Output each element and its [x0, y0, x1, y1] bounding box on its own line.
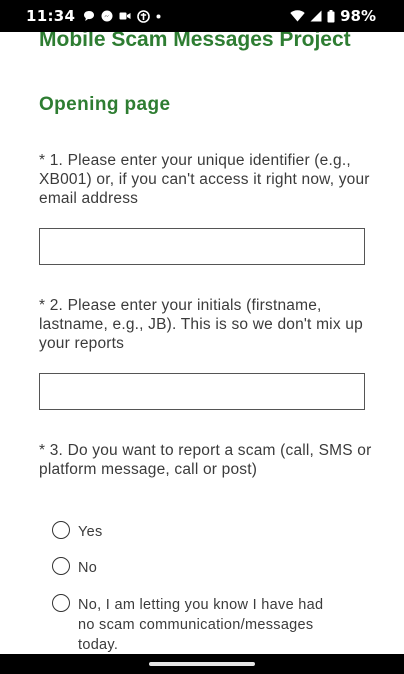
question-1-text: * 1. Please enter your unique identifier…: [39, 152, 370, 207]
survey-title: Mobile Scam Messages Project: [39, 32, 351, 51]
option-yes-label: Yes: [78, 524, 103, 540]
option-no-label: No: [78, 560, 98, 576]
radio-button-icon[interactable]: [52, 594, 70, 612]
option-no-scam-today-label: No, I am letting you know I have had no …: [78, 597, 324, 653]
chat-bubble-icon: [83, 10, 95, 22]
status-time: 11:34: [26, 7, 76, 25]
option-yes[interactable]: Yes: [52, 521, 103, 542]
radio-button-icon[interactable]: [52, 557, 70, 575]
wifi-icon: [290, 10, 305, 22]
battery-percent: 98%: [340, 7, 376, 25]
status-left: 11:34: [26, 7, 161, 25]
messenger-icon: [101, 10, 113, 22]
survey-page[interactable]: Mobile Scam Messages Project Opening pag…: [0, 32, 404, 654]
home-gesture-handle[interactable]: [149, 662, 255, 666]
navigation-bar: [0, 654, 404, 674]
signal-icon: [310, 10, 322, 22]
option-no[interactable]: No: [52, 557, 98, 578]
identifier-input[interactable]: [39, 228, 365, 265]
status-right: 98%: [290, 7, 376, 25]
option-no-scam-today[interactable]: No, I am letting you know I have had no …: [52, 594, 342, 654]
radio-button-icon[interactable]: [52, 521, 70, 539]
battery-icon: [327, 9, 335, 23]
initials-input[interactable]: [39, 373, 365, 410]
app-icon: [137, 9, 151, 23]
section-heading: Opening page: [39, 94, 171, 115]
status-bar: 11:34 98%: [0, 0, 404, 32]
question-3-text: * 3. Do you want to report a scam (call,…: [39, 442, 372, 478]
video-icon: [119, 11, 131, 21]
question-2-text: * 2. Please enter your initials (firstna…: [39, 297, 363, 352]
dot-icon: [156, 14, 161, 19]
notification-icons: [83, 9, 161, 23]
